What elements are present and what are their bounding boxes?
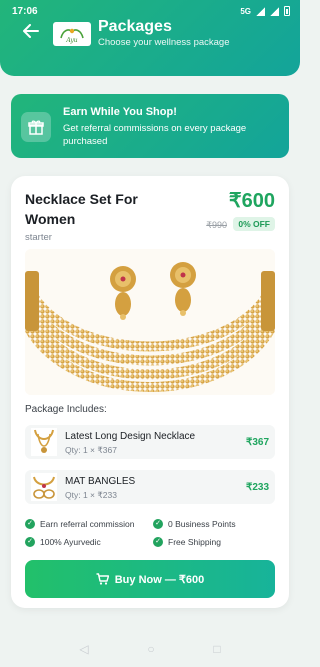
back-button[interactable] — [20, 20, 42, 42]
nav-home-icon[interactable]: ○ — [147, 642, 154, 656]
nav-recents-icon[interactable]: □ — [213, 642, 220, 656]
item-name: MAT BANGLES — [65, 476, 136, 487]
signal-icon-2 — [270, 6, 279, 16]
item-qty: Qty: 1 × ₹367 — [65, 445, 117, 455]
feature-item: ✓ 0 Business Points — [153, 519, 236, 529]
package-item[interactable]: MAT BANGLES Qty: 1 × ₹233 ₹233 — [25, 470, 275, 504]
nav-back-icon[interactable]: ◁ — [79, 642, 88, 656]
package-tier: starter — [25, 232, 52, 243]
status-time: 17:06 — [12, 5, 38, 17]
product-image — [25, 249, 275, 395]
discount-badge: 0% OFF — [233, 217, 275, 231]
svg-text:Ayu: Ayu — [65, 37, 77, 44]
check-circle-icon: ✓ — [153, 519, 163, 529]
brand-logo: Ayu — [53, 22, 91, 46]
package-card[interactable]: Necklace Set For Women starter ₹600 ₹990… — [11, 176, 289, 608]
feature-item: ✓ 100% Ayurvedic — [25, 537, 101, 547]
arrow-left-icon — [23, 24, 39, 38]
app-header: 17:06 5G Ayu Packages Choose your wellne… — [0, 0, 300, 76]
item-price: ₹233 — [245, 482, 269, 493]
feature-item: ✓ Earn referral commission — [25, 519, 134, 529]
page-title: Packages — [98, 18, 172, 35]
signal-icon — [256, 6, 265, 16]
cart-icon — [96, 573, 109, 585]
check-circle-icon: ✓ — [25, 537, 35, 547]
check-circle-icon: ✓ — [25, 519, 35, 529]
item-name: Latest Long Design Necklace — [65, 431, 196, 442]
original-price: ₹990 — [206, 220, 227, 230]
bangles-thumbnail — [31, 473, 57, 501]
page-subtitle: Choose your wellness package — [98, 37, 230, 48]
package-title: Necklace Set For Women — [25, 191, 138, 227]
package-price: ₹600 — [228, 190, 275, 212]
package-item[interactable]: Latest Long Design Necklace Qty: 1 × ₹36… — [25, 425, 275, 459]
feature-item: ✓ Free Shipping — [153, 537, 221, 547]
banner-text: Get referral commissions on every packag… — [63, 123, 247, 147]
includes-label: Package Includes: — [25, 404, 107, 415]
network-label: 5G — [240, 6, 251, 16]
item-qty: Qty: 1 × ₹233 — [65, 490, 117, 500]
item-price: ₹367 — [245, 437, 269, 448]
system-nav-bar: ◁ ○ □ — [0, 631, 300, 667]
necklace-thumbnail — [31, 428, 57, 456]
status-icons: 5G — [240, 6, 290, 16]
buy-now-label: Buy Now — ₹600 — [114, 573, 205, 586]
gift-icon — [21, 112, 51, 142]
banner-title: Earn While You Shop! — [63, 106, 177, 118]
buy-now-button[interactable]: Buy Now — ₹600 — [25, 560, 275, 598]
check-circle-icon: ✓ — [153, 537, 163, 547]
referral-banner[interactable]: Earn While You Shop! Get referral commis… — [11, 94, 289, 158]
battery-icon — [284, 6, 290, 16]
